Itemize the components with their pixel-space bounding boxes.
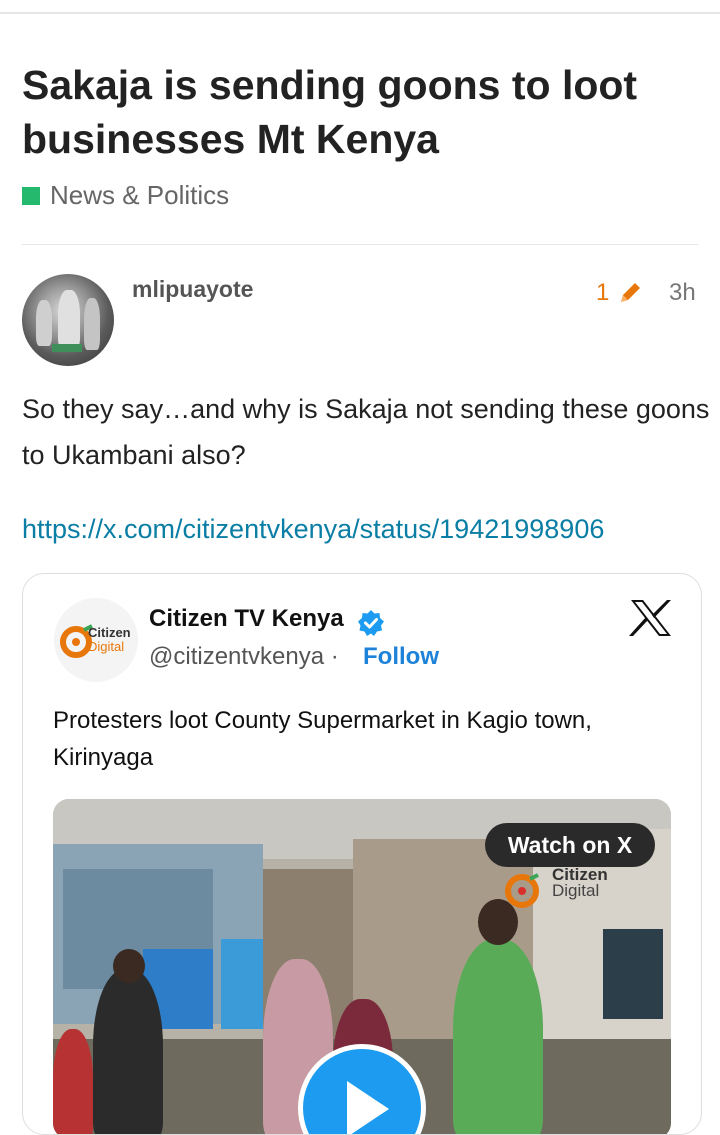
watermark-logo-mark bbox=[505, 873, 539, 908]
avatar-detail bbox=[52, 344, 82, 352]
watermark-text: Digital bbox=[552, 881, 600, 900]
category-badge[interactable]: News & Politics bbox=[22, 180, 229, 211]
avatar-figure bbox=[58, 290, 80, 350]
play-icon bbox=[347, 1081, 389, 1134]
citizen-digital-logo[interactable]: Citizen Digital bbox=[54, 598, 138, 682]
logo-text: Digital bbox=[88, 639, 125, 654]
handle-text[interactable]: @citizentvkenya bbox=[149, 643, 324, 670]
category-color-swatch bbox=[22, 186, 40, 205]
top-divider bbox=[0, 12, 720, 14]
follow-button[interactable]: Follow bbox=[363, 643, 439, 671]
verified-badge-icon bbox=[358, 610, 384, 636]
post-time[interactable]: 3h bbox=[669, 279, 696, 307]
tweet-text: Protesters loot County Supermarket in Ka… bbox=[53, 707, 592, 771]
scene-door bbox=[221, 939, 263, 1029]
avatar-figure bbox=[84, 298, 100, 350]
citizen-digital-watermark: Citizen Digital bbox=[498, 865, 630, 913]
post-link[interactable]: https://x.com/citizentvkenya/status/1942… bbox=[22, 509, 702, 549]
avatar-figure bbox=[36, 300, 52, 346]
category-label: News & Politics bbox=[50, 180, 230, 210]
topic-title[interactable]: Sakaja is sending goons to loot business… bbox=[22, 58, 702, 166]
scene-person bbox=[453, 939, 543, 1134]
post-body: So they say…and why is Sakaja not sendin… bbox=[22, 394, 710, 470]
watch-on-x-button[interactable]: Watch on X bbox=[485, 823, 655, 867]
x-logo-icon[interactable] bbox=[629, 598, 673, 638]
pencil-icon[interactable] bbox=[615, 278, 645, 308]
scene-window bbox=[603, 929, 663, 1019]
separator: · bbox=[324, 643, 339, 670]
logo-text: Citizen bbox=[88, 625, 131, 640]
video-thumbnail[interactable]: Watch on X Citizen Digital bbox=[53, 799, 671, 1134]
tweet-embed-card[interactable]: Citizen Digital Citizen TV Kenya @citize… bbox=[22, 573, 702, 1135]
scene-person-head bbox=[113, 949, 145, 983]
avatar[interactable] bbox=[22, 274, 114, 366]
scene-person bbox=[53, 1029, 93, 1134]
account-name[interactable]: Citizen TV Kenya bbox=[149, 605, 344, 633]
divider bbox=[22, 244, 698, 245]
edit-count[interactable]: 1 bbox=[596, 279, 609, 307]
account-handle: @citizentvkenya · bbox=[149, 643, 339, 671]
scene-person bbox=[93, 969, 163, 1134]
post-username[interactable]: mlipuayote bbox=[132, 276, 253, 303]
